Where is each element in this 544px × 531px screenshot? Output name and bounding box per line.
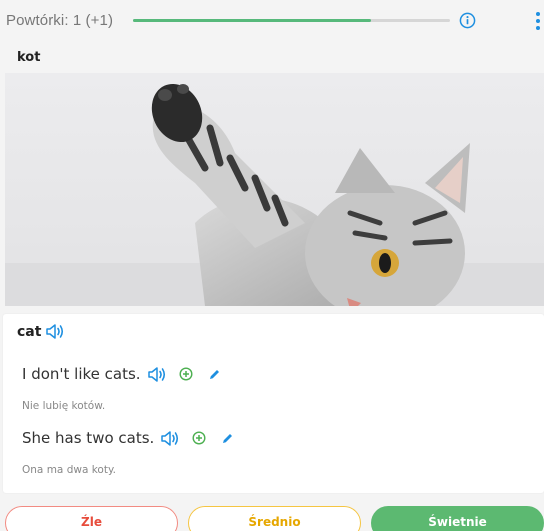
answer-card: cat I don't like cats. Nie lubię kotów. … [3,314,544,493]
progress-bar-fill [133,19,371,22]
pencil-icon[interactable] [208,368,221,381]
info-icon[interactable] [459,12,476,29]
top-bar: Powtórki: 1 (+1) [0,0,544,44]
example-row: I don't like cats. [22,365,221,383]
answer-word: cat [17,323,42,340]
speaker-icon[interactable] [147,366,167,383]
example-sentence: I don't like cats. [22,365,141,383]
cat-photo-illustration [5,73,544,306]
example-row: She has two cats. [22,429,234,447]
rate-good-button[interactable]: Świetnie [371,506,544,531]
word-image [5,73,544,306]
rate-medium-button[interactable]: Średnio [188,506,361,531]
speaker-icon[interactable] [45,323,65,340]
progress-bar [133,19,450,22]
prompt-word: kot [17,50,41,65]
kebab-menu-icon[interactable] [535,12,541,32]
answer-row: cat [17,323,65,340]
repetitions-counter: Powtórki: 1 (+1) [6,12,114,29]
plus-circle-icon[interactable] [179,367,193,381]
pencil-icon[interactable] [221,432,234,445]
example-sentence: She has two cats. [22,429,155,447]
example-translation: Nie lubię kotów. [22,400,106,412]
speaker-icon[interactable] [160,430,180,447]
rate-bad-button[interactable]: Źle [5,506,178,531]
plus-circle-icon[interactable] [192,431,206,445]
example-translation: Ona ma dwa koty. [22,464,117,476]
